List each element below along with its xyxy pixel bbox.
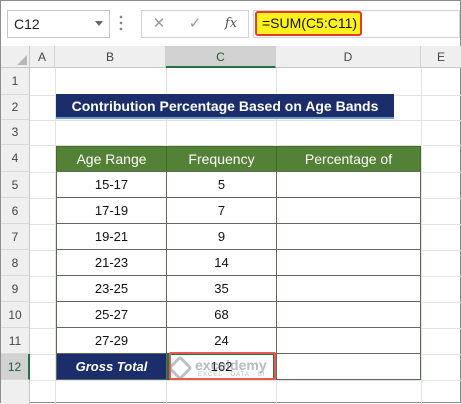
- chevron-down-icon[interactable]: [95, 21, 103, 26]
- enter-icon[interactable]: ✓: [184, 14, 206, 32]
- formula-tools: ✕ ✓ fx: [141, 10, 249, 38]
- insert-function-icon[interactable]: fx: [220, 16, 242, 31]
- header-percentage[interactable]: Percentage of: [276, 146, 421, 172]
- header-age-range[interactable]: Age Range: [56, 146, 167, 172]
- row-header-12[interactable]: 12: [1, 354, 30, 380]
- frequency-cell[interactable]: 7: [166, 197, 277, 224]
- column-header-c[interactable]: C: [166, 46, 276, 68]
- frequency-cell[interactable]: 24: [166, 327, 277, 354]
- row-header-10[interactable]: 10: [1, 302, 30, 328]
- percentage-cell[interactable]: [276, 223, 421, 250]
- drag-handle-icon[interactable]: [119, 14, 123, 32]
- row-header-13: [1, 380, 30, 404]
- age-range-cell[interactable]: 21-23: [56, 249, 167, 276]
- formula-text[interactable]: =SUM(C5:C11): [255, 11, 362, 36]
- excel-window: C12 ✕ ✓ fx =SUM(C5:C11) A B C D E 1 2 3 …: [0, 0, 461, 404]
- frequency-cell[interactable]: 9: [166, 223, 277, 250]
- percentage-cell[interactable]: [276, 301, 421, 328]
- column-header-b[interactable]: B: [55, 46, 166, 68]
- row-header-7[interactable]: 7: [1, 224, 30, 250]
- age-range-cell[interactable]: 25-27: [56, 301, 167, 328]
- row-header-3[interactable]: 3: [1, 120, 30, 145]
- row-header-8[interactable]: 8: [1, 250, 30, 276]
- frequency-cell[interactable]: 14: [166, 249, 277, 276]
- row-header-5[interactable]: 5: [1, 172, 30, 198]
- cancel-icon[interactable]: ✕: [148, 14, 170, 32]
- name-box[interactable]: C12: [7, 10, 110, 38]
- percentage-cell[interactable]: [276, 327, 421, 354]
- gross-total-label[interactable]: Gross Total: [56, 353, 167, 380]
- frequency-cell[interactable]: 68: [166, 301, 277, 328]
- row-header-4[interactable]: 4: [1, 145, 30, 172]
- row-header-9[interactable]: 9: [1, 276, 30, 302]
- gridline: [30, 120, 461, 121]
- column-header-a[interactable]: A: [30, 46, 55, 68]
- age-range-cell[interactable]: 27-29: [56, 327, 167, 354]
- row-header-6[interactable]: 6: [1, 198, 30, 224]
- age-range-cell[interactable]: 15-17: [56, 171, 167, 198]
- percentage-cell[interactable]: [276, 249, 421, 276]
- sheet-title[interactable]: Contribution Percentage Based on Age Ban…: [56, 94, 394, 119]
- row-header-1[interactable]: 1: [1, 68, 30, 95]
- formula-bar: C12 ✕ ✓ fx =SUM(C5:C11): [1, 1, 460, 43]
- age-range-cell[interactable]: 17-19: [56, 197, 167, 224]
- name-box-value: C12: [14, 16, 40, 32]
- frequency-cell[interactable]: 35: [166, 275, 277, 302]
- select-all-icon: [17, 55, 27, 65]
- percentage-cell[interactable]: [276, 171, 421, 198]
- age-range-cell[interactable]: 19-21: [56, 223, 167, 250]
- select-all-corner[interactable]: [1, 46, 30, 68]
- header-frequency[interactable]: Frequency: [166, 146, 277, 172]
- column-header-d[interactable]: D: [276, 46, 421, 68]
- age-range-cell[interactable]: 23-25: [56, 275, 167, 302]
- row-header-2[interactable]: 2: [1, 95, 30, 120]
- percentage-cell[interactable]: [276, 197, 421, 224]
- frequency-cell[interactable]: 5: [166, 171, 277, 198]
- percentage-cell[interactable]: [276, 275, 421, 302]
- row-header-11[interactable]: 11: [1, 328, 30, 354]
- column-header-e[interactable]: E: [421, 46, 461, 68]
- highlight-box: [169, 352, 276, 380]
